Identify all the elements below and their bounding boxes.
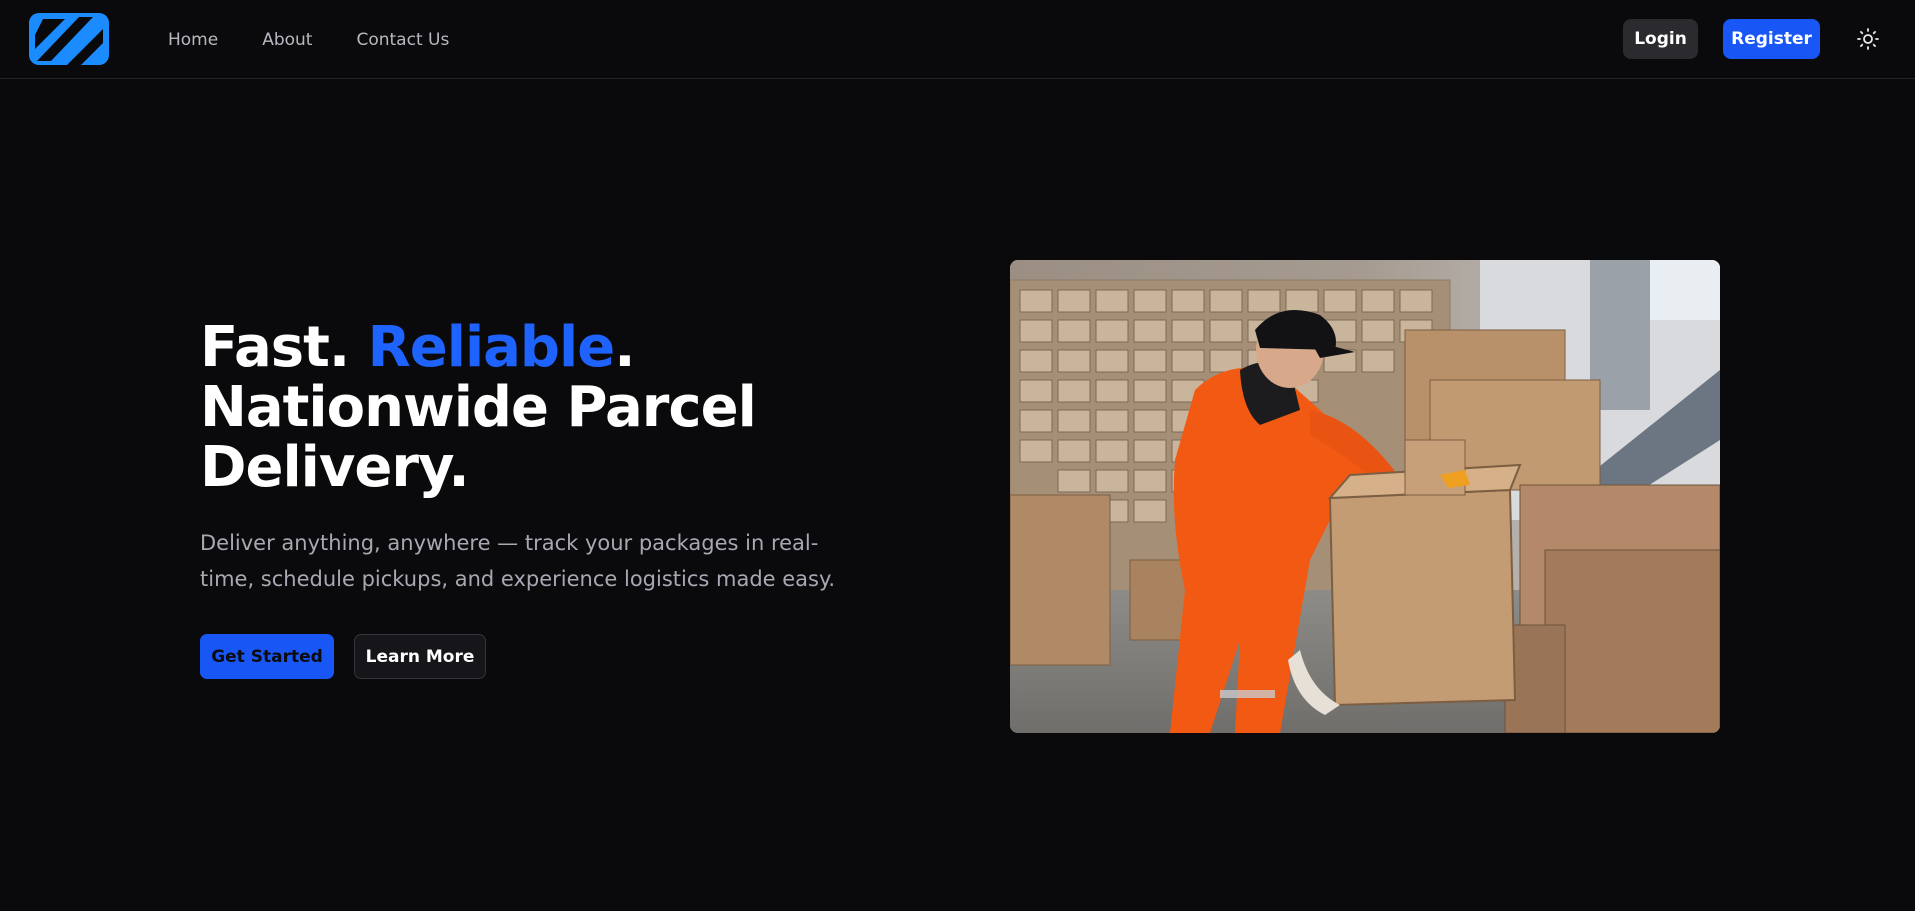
login-button[interactable]: Login	[1623, 19, 1698, 59]
hero-heading: Fast. Reliable. Nationwide Parcel Delive…	[200, 318, 820, 498]
hero-heading-line3: Delivery.	[200, 435, 470, 500]
hero-image	[1010, 260, 1720, 733]
get-started-button[interactable]: Get Started	[200, 634, 334, 679]
nav-about[interactable]: About	[262, 30, 312, 50]
top-navbar: Home About Contact Us Login Register	[0, 0, 1915, 79]
warehouse-worker-illustration	[1010, 260, 1720, 733]
main-nav: Home About Contact Us	[168, 0, 493, 79]
sun-icon[interactable]	[1856, 27, 1880, 51]
nav-home[interactable]: Home	[168, 30, 218, 50]
register-button[interactable]: Register	[1723, 19, 1820, 59]
learn-more-button[interactable]: Learn More	[354, 634, 486, 679]
nav-contact-us[interactable]: Contact Us	[356, 30, 449, 50]
hero-heading-accent: Reliable	[367, 315, 616, 380]
brand-logo[interactable]	[29, 13, 109, 65]
hero-subtitle: Deliver anything, anywhere — track your …	[200, 531, 836, 591]
hero-heading-part2: .	[614, 315, 635, 380]
hero-heading-part1: Fast.	[200, 315, 368, 380]
hero-heading-line2: Nationwide Parcel	[200, 375, 757, 440]
